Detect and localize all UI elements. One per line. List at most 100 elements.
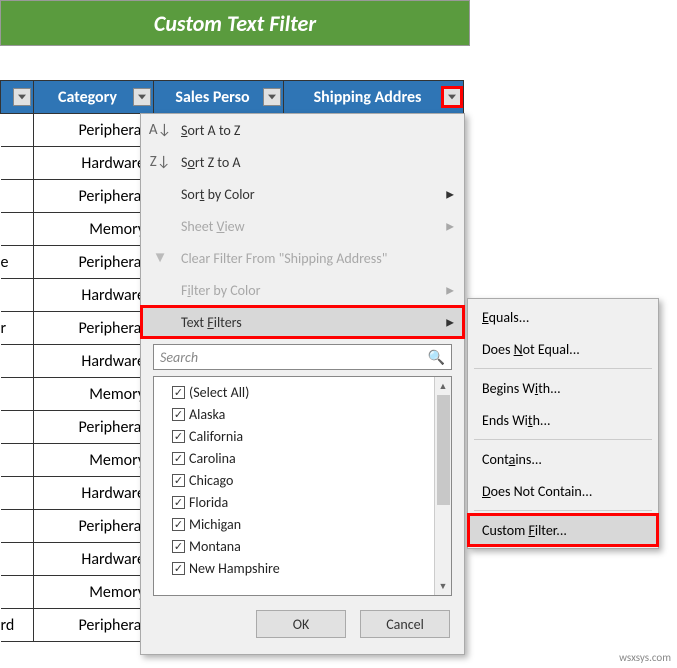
row-fragment [1,279,34,312]
cell-category[interactable]: Hardware [34,147,154,180]
filter-dropdown-icon[interactable] [443,88,461,106]
search-icon: 🔍 [428,349,445,366]
checkbox-icon: ✓ [172,562,185,575]
ok-button[interactable]: OK [256,610,346,638]
row-fragment [1,180,34,213]
check-label: Montana [189,538,241,555]
text-filters-submenu: Equals... Does Not Equal... Begins With.… [467,298,659,549]
check-label: Carolina [189,450,236,467]
cell-category[interactable]: Peripheral [34,609,154,642]
menu-separator [474,439,652,440]
check-item[interactable]: ✓Chicago [158,469,430,491]
checkbox-icon: ✓ [172,540,185,553]
row-fragment [1,345,34,378]
sort-az-icon: A↓ [149,121,171,139]
scroll-thumb[interactable] [437,395,450,505]
cell-category[interactable]: Hardware [34,477,154,510]
submenu-label: Does Not Equal... [482,341,580,358]
cancel-button[interactable]: Cancel [360,610,450,638]
checkbox-icon: ✓ [172,386,185,399]
row-fragment: e [1,246,34,279]
clear-filter-icon: ▼ [149,249,171,267]
row-fragment [1,114,34,147]
search-placeholder: Search [160,349,198,366]
column-header-category[interactable]: Category [34,81,154,114]
column-header-sales-person[interactable]: Sales Perso [154,81,284,114]
check-item[interactable]: ✓New Hampshire [158,557,430,579]
menu-sort-az[interactable]: A↓ Sort A to Z [141,114,464,146]
menu-sheet-view: Sheet View ▶ [141,210,464,242]
checkbox-icon: ✓ [172,408,185,421]
submenu-ends-with[interactable]: Ends With... [468,404,658,436]
cell-category[interactable]: Peripheral [34,180,154,213]
row-fragment [1,543,34,576]
submenu-contains[interactable]: Contains... [468,443,658,475]
cell-category[interactable]: Peripheral [34,114,154,147]
submenu-equals[interactable]: Equals... [468,301,658,333]
check-item[interactable]: ✓ Carolina [158,447,430,469]
check-item[interactable]: ✓ California [158,425,430,447]
column-header-shipping-address[interactable]: Shipping Addres [284,81,464,114]
scroll-up-icon[interactable]: ▲ [435,377,451,395]
checkbox-icon: ✓ [172,518,185,531]
check-label: (Select All) [189,384,249,401]
scroll-down-icon[interactable]: ▼ [435,577,451,595]
menu-label: Sort by Color [181,186,255,203]
check-label: California [189,428,243,445]
watermark: wsxsys.com [619,651,671,664]
submenu-label: Does Not Contain... [482,483,592,500]
menu-label: Text Filters [181,314,242,331]
cell-category[interactable]: Memory [34,444,154,477]
row-fragment [1,444,34,477]
checkbox-icon: ✓ [172,452,185,465]
scrollbar[interactable]: ▲ ▼ [434,377,451,595]
dialog-buttons: OK Cancel [141,596,464,654]
submenu-label: Custom Filter... [482,522,567,539]
cell-category[interactable]: Hardware [34,543,154,576]
cell-category[interactable]: Memory [34,576,154,609]
menu-text-filters[interactable]: Text Filters ▶ [141,306,464,338]
cell-category[interactable]: Memory [34,213,154,246]
cell-category[interactable]: Hardware [34,345,154,378]
submenu-label: Begins With... [482,380,561,397]
row-fragment [1,378,34,411]
menu-label: Clear Filter From "Shipping Address" [181,250,387,267]
menu-separator [474,368,652,369]
check-item-select-all[interactable]: ✓ (Select All) [158,381,430,403]
submenu-label: Contains... [482,451,542,468]
cell-category[interactable]: Hardware [34,279,154,312]
check-item[interactable]: ✓Michigan [158,513,430,535]
submenu-does-not-equal[interactable]: Does Not Equal... [468,333,658,365]
check-item[interactable]: ✓Florida [158,491,430,513]
check-item[interactable]: ✓Alaska [158,403,430,425]
chevron-right-icon: ▶ [446,284,454,297]
submenu-custom-filter[interactable]: Custom Filter... [468,514,658,546]
filter-dropdown-icon[interactable] [133,88,151,106]
cell-category[interactable]: Peripheral [34,411,154,444]
submenu-does-not-contain[interactable]: Does Not Contain... [468,475,658,507]
column-header-label: Category [58,88,117,107]
menu-sort-by-color[interactable]: Sort by Color ▶ [141,178,464,210]
row-fragment [1,477,34,510]
menu-label: Filter by Color [181,282,261,299]
cell-category[interactable]: Peripheral [34,246,154,279]
menu-sort-za[interactable]: Z↓ Sort Z to A [141,146,464,178]
filter-search-input[interactable]: Search 🔍 [153,344,452,370]
cell-category[interactable]: Peripheral [34,312,154,345]
filter-dropdown-menu: A↓ Sort A to Z Z↓ Sort Z to A Sort by Co… [140,113,465,655]
menu-label: Sort Z to A [181,154,241,171]
filter-dropdown-icon[interactable] [13,88,31,106]
cell-category[interactable]: Memory [34,378,154,411]
column-header-label: Sales Perso [175,88,249,107]
checkbox-icon: ✓ [172,430,185,443]
check-item[interactable]: ✓ Montana [158,535,430,557]
row-fragment: r [1,312,34,345]
sort-za-icon: Z↓ [149,153,171,171]
column-header-blank[interactable] [1,81,34,114]
submenu-begins-with[interactable]: Begins With... [468,372,658,404]
row-fragment: rd [1,609,34,642]
row-fragment [1,147,34,180]
filter-dropdown-icon[interactable] [263,88,281,106]
row-fragment [1,213,34,246]
cell-category[interactable]: Peripheral [34,510,154,543]
